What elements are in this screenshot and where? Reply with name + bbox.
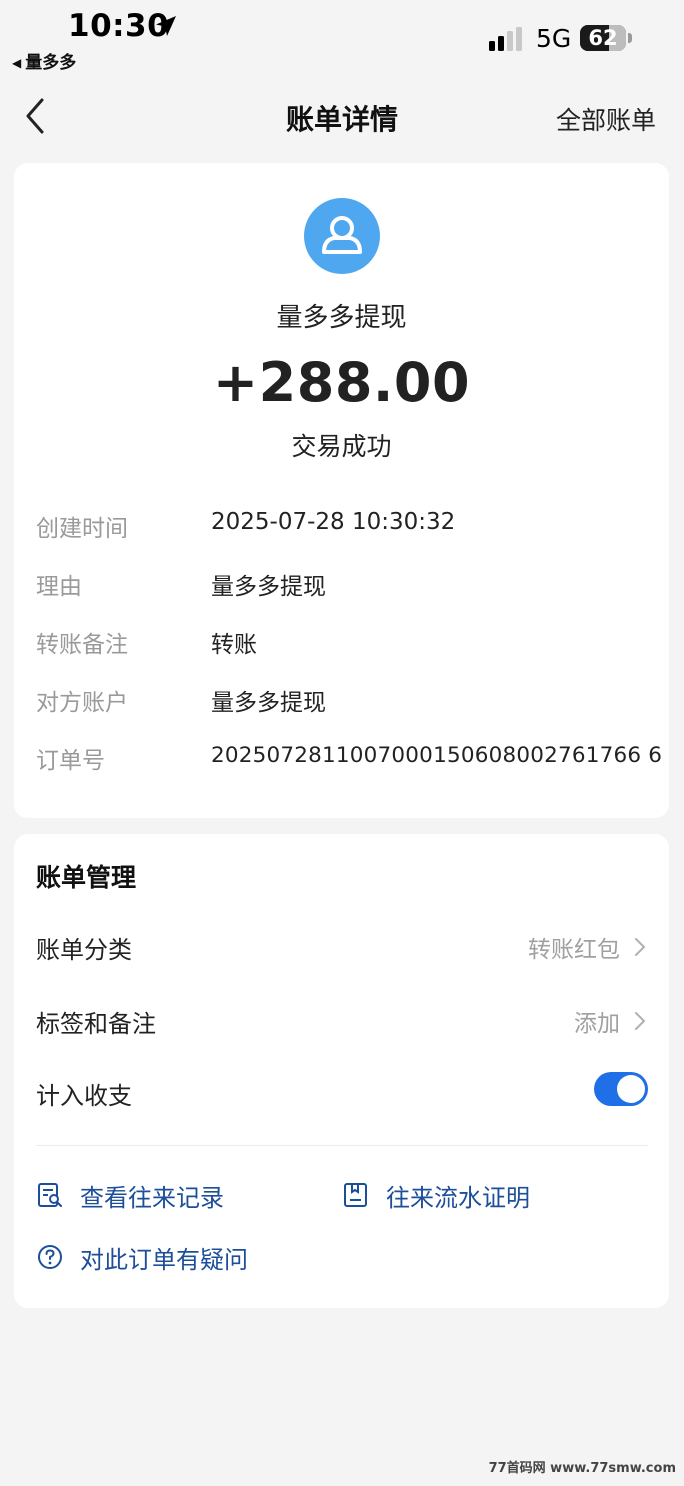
bill-category-value: 转账红包 [528,937,620,963]
statement-proof-label: 往来流水证明 [386,1184,530,1212]
view-records-label: 查看往来记录 [80,1184,224,1212]
battery-icon: 62 [580,25,632,52]
back-triangle-icon: ◀ [12,56,22,70]
order-question-label: 对此订单有疑问 [80,1246,248,1274]
record-search-icon [38,1183,62,1207]
tags-notes-row[interactable]: 标签和备注 添加 [36,1004,648,1048]
detail-key: 订单号 [36,748,105,774]
detail-key: 转账备注 [36,632,128,658]
transaction-amount: +288.00 [212,351,471,414]
detail-row-reason: 理由 量多多提现 [36,567,666,607]
tags-notes-label: 标签和备注 [36,1010,156,1038]
bill-management-card: 账单管理 账单分类 转账红包 标签和备注 添加 计入收支 查看往来记录 往来流水… [14,834,669,1308]
avatar [304,198,380,274]
detail-row-counterparty: 对方账户 量多多提现 [36,683,666,723]
detail-row-order-number: 订单号 2025072811007000150608002761766 6 [36,741,666,781]
include-in-stats-toggle[interactable] [594,1072,648,1106]
payee-name: 量多多提现 [276,303,407,333]
detail-key: 对方账户 [36,690,128,716]
detail-row-created-time: 创建时间 2025-07-28 10:30:32 [36,509,666,549]
detail-value: 量多多提现 [211,574,326,600]
battery-level: 62 [588,26,618,50]
divider [36,1145,648,1146]
detail-key: 创建时间 [36,516,128,542]
section-title: 账单管理 [36,863,137,892]
bill-category-row[interactable]: 账单分类 转账红包 [36,930,648,974]
chevron-right-icon [635,938,645,956]
order-question-link[interactable]: 对此订单有疑问 [36,1240,296,1274]
detail-value: 量多多提现 [211,690,326,716]
tags-notes-value: 添加 [574,1011,620,1037]
all-bills-link[interactable]: 全部账单 [556,101,656,137]
location-arrow-icon [156,16,176,36]
bill-category-label: 账单分类 [36,936,132,964]
back-app-label: 量多多 [25,53,77,73]
watermark: 77首码网 www.77smw.com [488,1461,676,1476]
order-number-value[interactable]: 2025072811007000150608002761766 6 [211,743,662,768]
statement-proof-link[interactable]: 往来流水证明 [342,1178,562,1212]
view-records-link[interactable]: 查看往来记录 [36,1178,256,1212]
include-in-stats-row: 计入收支 [36,1072,648,1120]
back-to-app-link[interactable]: ◀ 量多多 [12,48,76,73]
network-type: 5G [536,24,572,53]
signal-strength-icon [489,27,522,51]
navigation-bar: 账单详情 全部账单 [0,80,684,152]
detail-value: 2025-07-28 10:30:32 [211,509,456,535]
person-icon [322,216,362,254]
transaction-status: 交易成功 [291,432,392,461]
detail-value: 转账 [211,632,257,658]
status-bar: 10:30 ◀ 量多多 5G 62 [0,0,684,80]
detail-key: 理由 [36,574,82,600]
question-circle-icon [38,1245,62,1269]
chevron-right-icon [635,1012,645,1030]
include-in-stats-label: 计入收支 [36,1082,132,1110]
detail-row-transfer-note: 转账备注 转账 [36,625,666,665]
document-icon [344,1183,367,1207]
transaction-card: 量多多提现 +288.00 交易成功 创建时间 2025-07-28 10:30… [14,163,669,818]
